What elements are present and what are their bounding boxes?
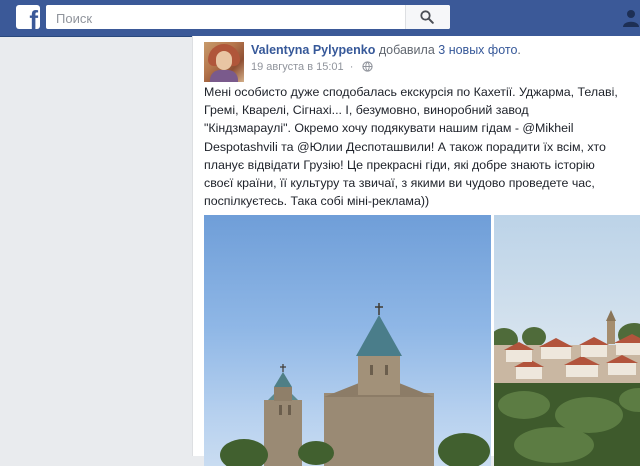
magnifier-icon bbox=[420, 10, 434, 24]
meta-separator: · bbox=[349, 61, 354, 73]
facebook-logo-letter: f bbox=[29, 5, 38, 29]
post-meta: 19 августа в 15:01 · bbox=[251, 61, 374, 73]
facebook-logo[interactable]: f bbox=[16, 5, 40, 29]
post-timestamp[interactable]: 19 августа в 15:01 bbox=[251, 61, 344, 73]
friend-requests-icon[interactable] bbox=[622, 8, 640, 28]
post-card: Valentyna Pylypenko добавила 3 новых фот… bbox=[192, 36, 640, 466]
search-box bbox=[46, 5, 450, 29]
search-button[interactable] bbox=[405, 5, 450, 29]
post-photo-church[interactable] bbox=[204, 215, 491, 466]
globe-icon[interactable] bbox=[362, 61, 374, 72]
top-navigation-bar: f bbox=[0, 0, 640, 37]
author-name[interactable]: Valentyna Pylypenko bbox=[251, 43, 375, 57]
avatar[interactable] bbox=[204, 42, 244, 82]
search-input[interactable] bbox=[54, 5, 398, 29]
photos-link[interactable]: 3 новых фото bbox=[438, 43, 517, 57]
post-text: Мені особисто дуже сподобалась екскурсія… bbox=[204, 85, 618, 209]
action-suffix: . bbox=[517, 43, 521, 57]
post-header: Valentyna Pylypenko добавила 3 новых фот… bbox=[251, 43, 521, 57]
action-prefix: добавила bbox=[378, 43, 435, 57]
post-photo-town[interactable] bbox=[494, 215, 640, 466]
